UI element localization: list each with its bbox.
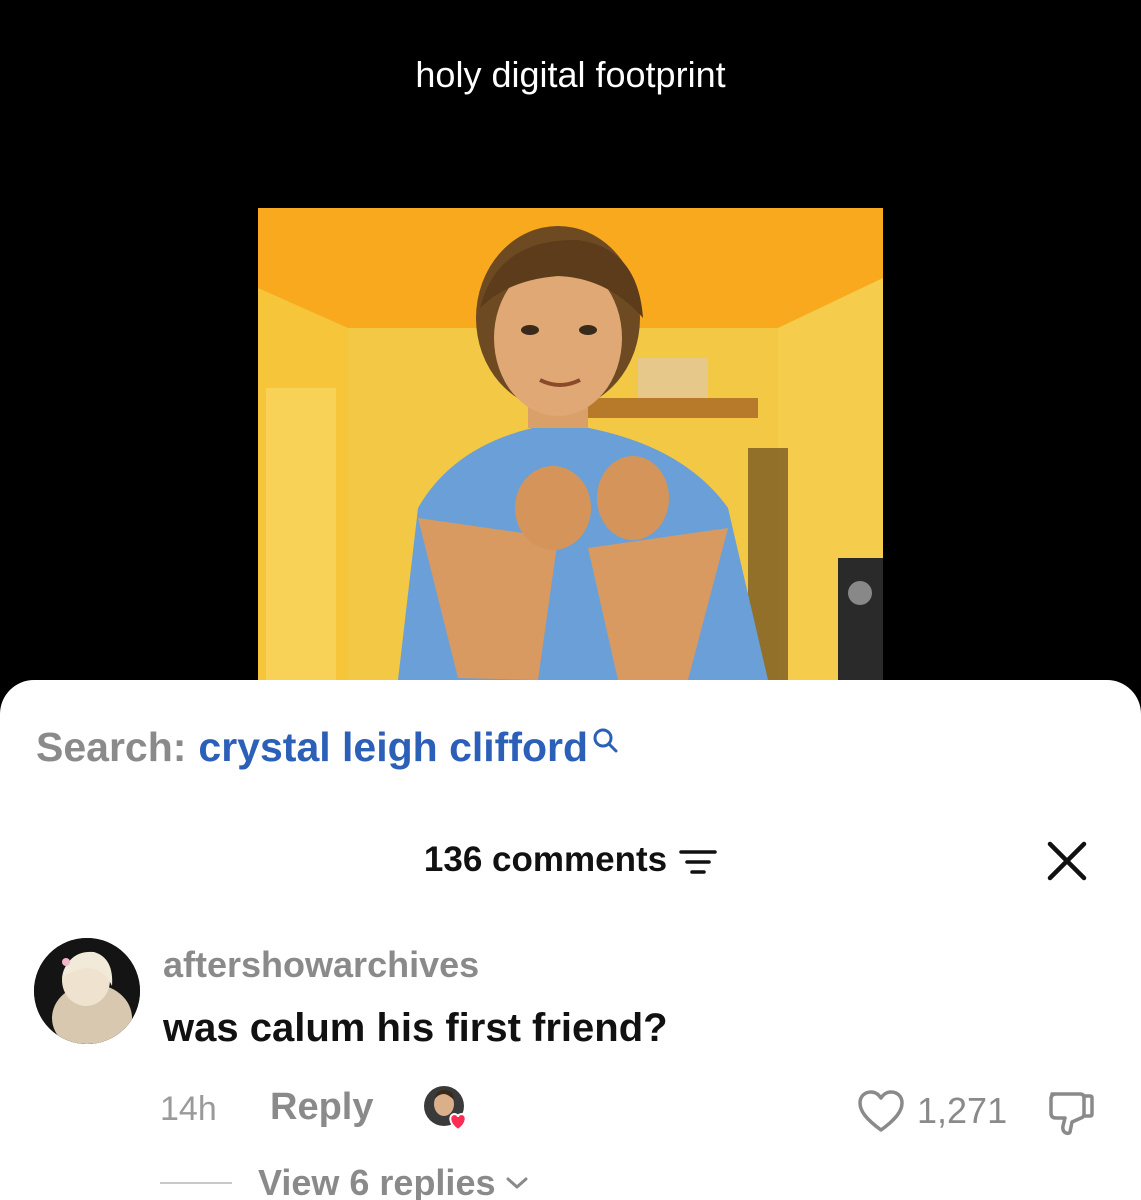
replies-divider (160, 1182, 232, 1184)
comment-username[interactable]: aftershowarchives (163, 944, 479, 986)
heart-icon[interactable] (856, 1088, 906, 1134)
comment-actions: 14h Reply 1,271 (160, 1084, 1110, 1136)
close-icon[interactable] (1040, 834, 1094, 888)
search-prefix: Search: (36, 724, 187, 770)
like-count: 1,271 (917, 1090, 1008, 1131)
dislike-icon[interactable] (1044, 1088, 1096, 1136)
reply-button[interactable]: Reply (270, 1086, 373, 1129)
comment-text: was calum his first friend? (163, 1006, 668, 1050)
video-frame[interactable] (258, 208, 883, 680)
search-suggestion[interactable]: Search: crystal leigh clifford (36, 724, 618, 771)
view-replies-row[interactable]: View 6 replies (160, 1162, 529, 1200)
sort-filter-icon[interactable] (679, 847, 717, 877)
avatar[interactable] (34, 938, 140, 1044)
video-player[interactable]: holy digital footprint (0, 0, 1141, 700)
search-icon (593, 728, 618, 752)
comments-header: 136 comments (0, 840, 1141, 880)
chevron-down-icon (506, 1177, 528, 1189)
search-term-link[interactable]: crystal leigh clifford (198, 724, 588, 771)
comment-count: 136 comments (423, 840, 668, 879)
view-replies-label: View 6 replies (258, 1162, 496, 1200)
comments-sheet: Search: crystal leigh clifford 136 comme… (0, 680, 1141, 1200)
comment-timestamp: 14h (160, 1090, 217, 1128)
creator-liked-badge-icon (424, 1086, 467, 1132)
view-replies-button[interactable]: View 6 replies (258, 1162, 529, 1200)
video-caption: holy digital footprint (415, 54, 726, 95)
avatar-image (34, 938, 140, 1044)
video-still-image (258, 208, 883, 680)
